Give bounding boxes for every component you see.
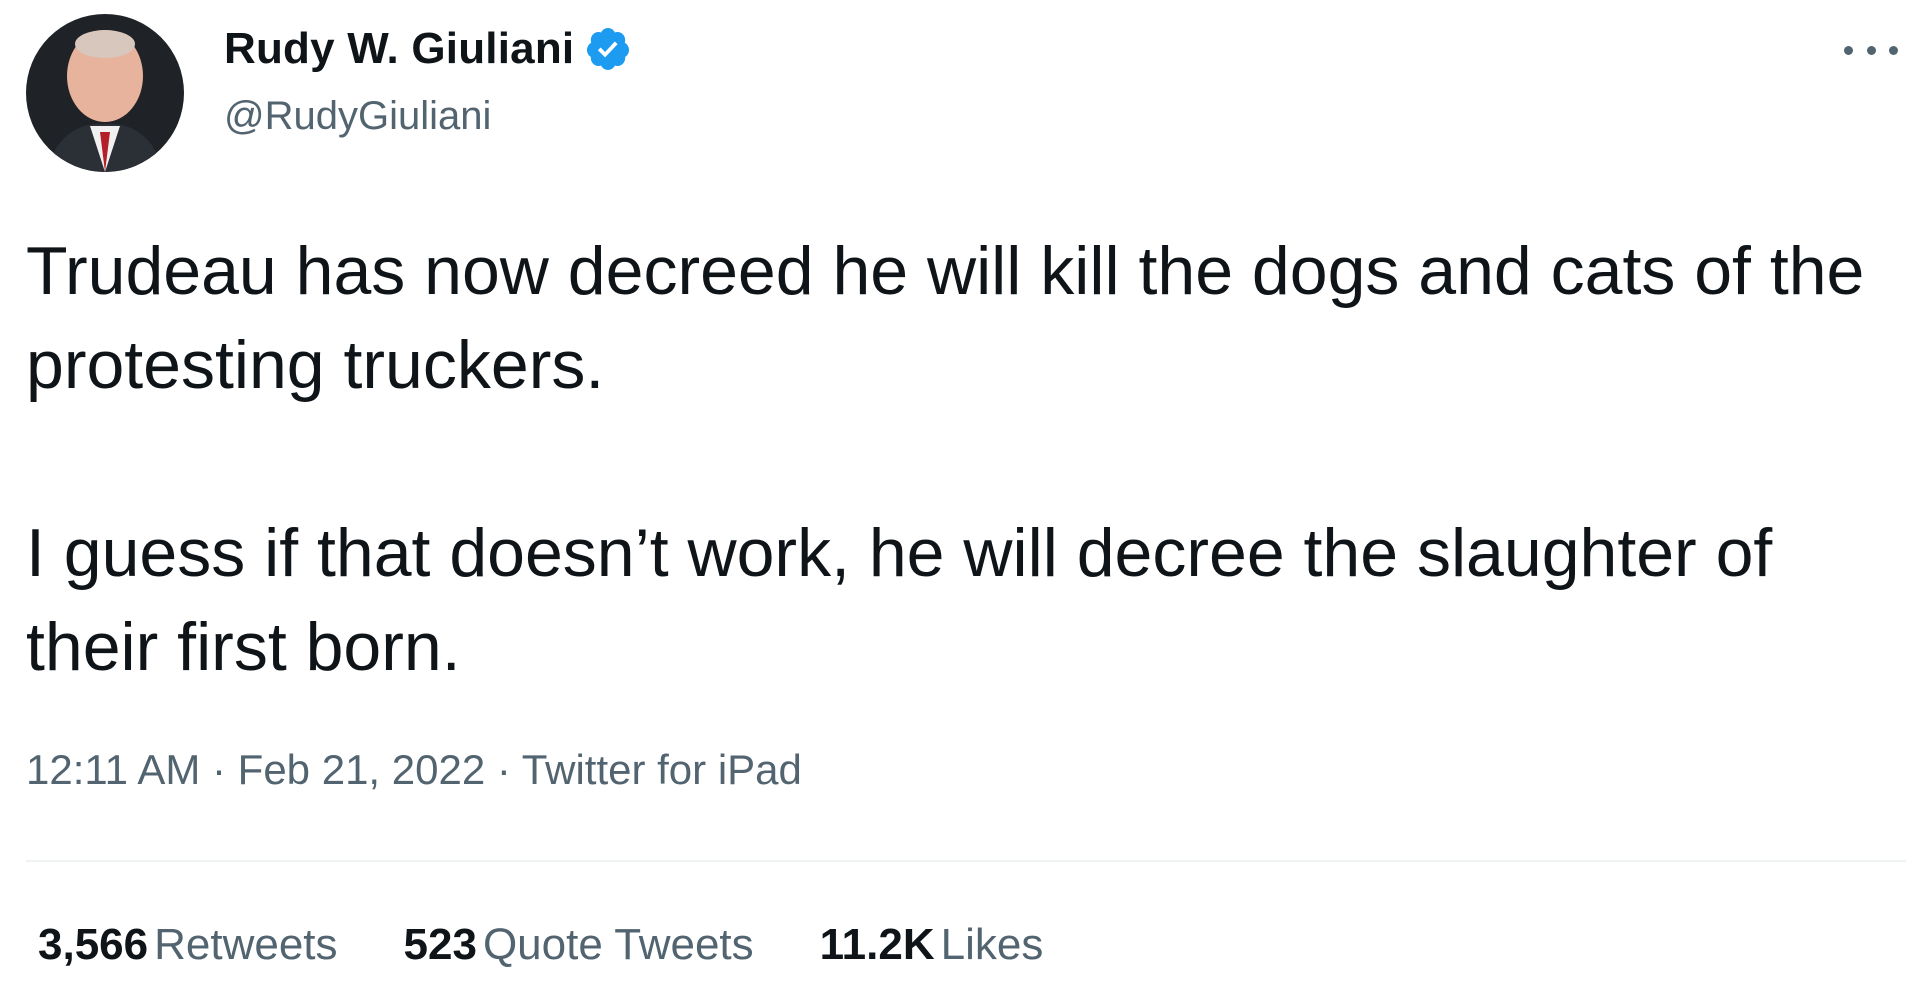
tweet-time[interactable]: 12:11 AM [26, 746, 200, 793]
author-handle[interactable]: @RudyGiuliani [224, 94, 491, 139]
tweet-date[interactable]: Feb 21, 2022 [238, 746, 486, 793]
quote-tweets-stat[interactable]: 523 Quote Tweets [404, 920, 754, 970]
retweets-count: 3,566 [38, 920, 149, 969]
likes-label: Likes [940, 920, 1044, 969]
quote-tweets-label: Quote Tweets [482, 920, 754, 969]
tweet-text: Trudeau has now decreed he will kill the… [26, 224, 1896, 694]
author-display-name[interactable]: Rudy W. Giuliani [224, 24, 574, 74]
tweet-source[interactable]: Twitter for iPad [522, 746, 802, 793]
engagement-stats: 3,566 Retweets 523 Quote Tweets 11.2K Likes [38, 920, 1109, 970]
likes-count: 11.2K [819, 920, 935, 969]
more-horizontal-icon[interactable] [1844, 30, 1898, 70]
tweet-metadata: 12:11 AM · Feb 21, 2022 · Twitter for iP… [26, 746, 802, 794]
avatar-photo [26, 14, 184, 172]
tweet-paragraph: Trudeau has now decreed he will kill the… [26, 233, 1865, 403]
author-name-row: Rudy W. Giuliani [224, 24, 632, 74]
retweets-stat[interactable]: 3,566 Retweets [38, 920, 338, 970]
divider [26, 860, 1906, 862]
meta-separator: · [200, 746, 238, 793]
retweets-label: Retweets [154, 920, 338, 969]
verified-badge-icon [584, 25, 632, 73]
meta-separator: · [485, 746, 522, 793]
tweet-paragraph: I guess if that doesn’t work, he will de… [26, 515, 1773, 685]
quote-tweets-count: 523 [403, 920, 477, 969]
avatar[interactable] [26, 14, 184, 172]
likes-stat[interactable]: 11.2K Likes [820, 920, 1044, 970]
